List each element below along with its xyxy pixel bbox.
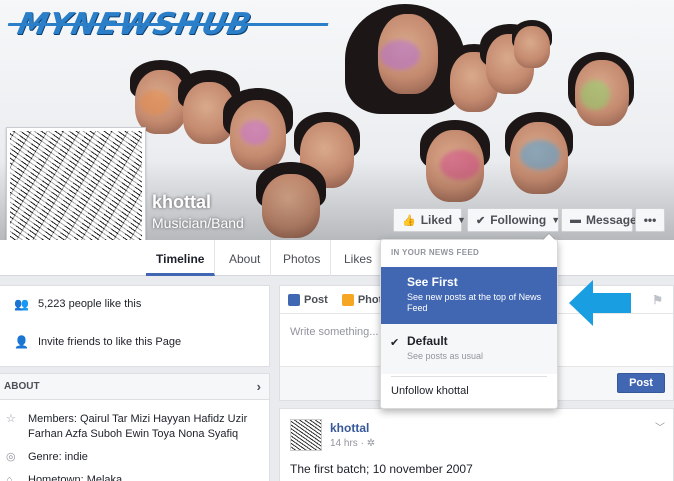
avatar[interactable]	[290, 419, 322, 451]
see-first-option[interactable]: See First See new posts at the top of Ne…	[381, 267, 557, 324]
annotation-arrow-icon	[569, 280, 631, 326]
feed-post: khottal 14 hrs · ✲ ﹀ The first batch; 10…	[279, 408, 674, 481]
pencil-icon	[288, 293, 300, 306]
home-icon: ⌂	[6, 474, 13, 481]
message-label: Message	[586, 213, 637, 227]
flag-icon[interactable]: ⚑	[652, 293, 663, 307]
default-desc: See posts as usual	[407, 351, 484, 361]
tab-likes[interactable]: Likes	[334, 240, 384, 276]
message-icon: ▬	[570, 214, 581, 226]
message-button[interactable]: ▬ Message	[561, 208, 637, 232]
dropdown-divider	[391, 376, 547, 377]
watermark-logo: MYNEWSHUB	[14, 7, 341, 42]
tab-timeline[interactable]: Timeline	[146, 240, 216, 276]
following-dropdown: IN YOUR NEWS FEED See First See new post…	[380, 233, 558, 409]
star-icon: ☆	[6, 413, 16, 425]
likes-count-row[interactable]: 👥 5,223 people like this	[0, 286, 269, 322]
thumbs-up-icon: 👍	[402, 214, 416, 227]
more-icon: •••	[643, 213, 657, 227]
check-icon: ✔	[476, 214, 486, 227]
following-label: Following	[490, 213, 547, 227]
post-text: The first batch; 10 november 2007	[290, 462, 473, 476]
post-author[interactable]: khottal	[330, 421, 369, 435]
post-timestamp[interactable]: 14 hrs ·	[330, 438, 364, 449]
tab-photos[interactable]: Photos	[273, 240, 332, 276]
caret-down-icon: ▼	[457, 215, 466, 225]
likes-card: 👥 5,223 people like this 👤 Invite friend…	[0, 285, 270, 367]
invite-row[interactable]: 👤 Invite friends to like this Page	[0, 322, 269, 362]
about-genre: ◎ Genre: indie	[6, 451, 88, 463]
composer-tab-post[interactable]: Post	[288, 293, 328, 306]
post-button[interactable]: Post	[617, 373, 665, 393]
more-options-button[interactable]: •••	[635, 208, 665, 232]
unfollow-option[interactable]: Unfollow khottal	[381, 385, 557, 397]
following-button[interactable]: ✔ Following ▼	[467, 208, 561, 232]
page-nav: Timeline About Photos Likes	[0, 240, 674, 276]
liked-button[interactable]: 👍 Liked ▼	[393, 208, 466, 232]
default-option[interactable]: ✔ Default See posts as usual	[381, 324, 557, 374]
page-title[interactable]: khottal	[152, 192, 211, 213]
default-title: Default	[407, 334, 448, 348]
tab-about[interactable]: About	[219, 240, 272, 276]
photo-icon	[341, 293, 354, 306]
chevron-right-icon: ›	[256, 379, 261, 394]
see-first-desc: See new posts at the top of News Feed	[407, 292, 542, 313]
see-first-title: See First	[407, 275, 458, 289]
invite-link: Invite friends to like this Page	[38, 336, 182, 348]
page-category: Musician/Band	[152, 215, 244, 231]
liked-label: Liked	[420, 213, 453, 227]
people-icon: 👥	[14, 297, 29, 311]
globe-icon: ✲	[366, 438, 376, 449]
checkmark-icon: ✔	[390, 337, 400, 349]
about-members: ☆ Members: Qairul Tar Mizi Hayyan Hafidz…	[6, 413, 248, 440]
likes-count: 5,223 people like this	[38, 298, 142, 310]
genre-icon: ◎	[6, 451, 16, 463]
about-card: ABOUT › ☆ Members: Qairul Tar Mizi Hayya…	[0, 373, 270, 481]
about-hometown: ⌂ Hometown: Melaka	[0, 469, 269, 481]
invite-person-icon: 👤	[14, 335, 29, 349]
dropdown-header: IN YOUR NEWS FEED	[391, 248, 480, 257]
about-header[interactable]: ABOUT ›	[0, 374, 269, 400]
chevron-down-icon[interactable]: ﹀	[655, 419, 665, 434]
about-title: ABOUT	[4, 381, 40, 392]
caret-down-icon: ▼	[551, 215, 561, 225]
